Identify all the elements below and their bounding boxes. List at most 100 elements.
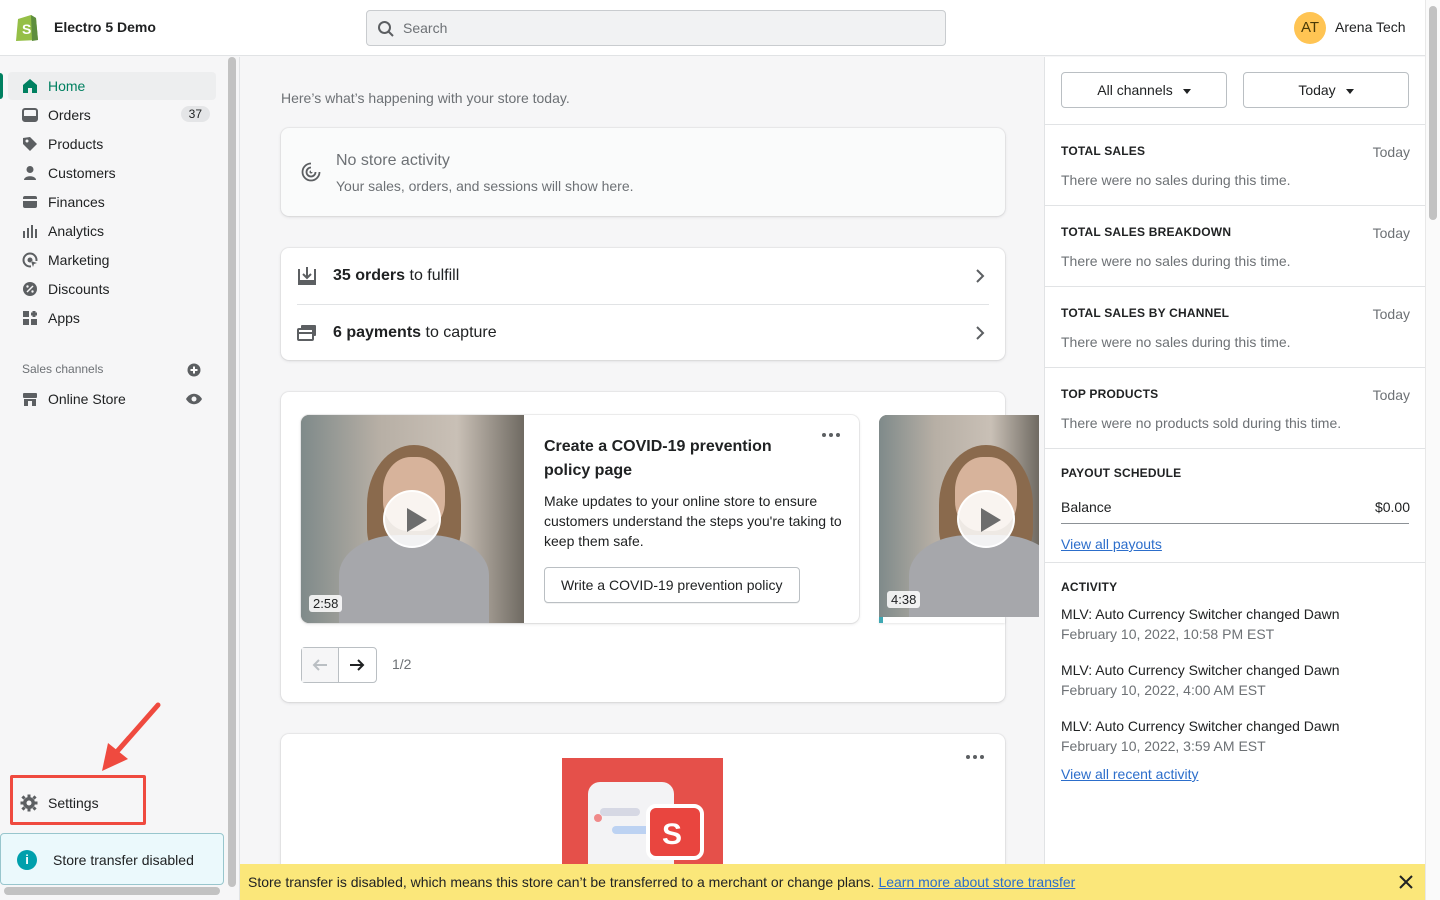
- sidebar-item-home[interactable]: Home: [8, 72, 216, 100]
- sidebar-item-label: Products: [48, 136, 104, 152]
- sidebar-item-label: Online Store: [48, 391, 126, 407]
- orders-count-badge: 37: [180, 106, 210, 122]
- section-text: There were no sales during this time.: [1061, 253, 1291, 269]
- chevron-right-icon: [976, 269, 985, 283]
- sidebar-item-label: Analytics: [48, 223, 105, 239]
- sidebar-item-label: Apps: [48, 310, 80, 326]
- view-all-activity-link[interactable]: View all recent activity: [1061, 766, 1198, 782]
- video-duration: 2:58: [309, 595, 343, 612]
- channel-select[interactable]: All channels: [1061, 72, 1227, 108]
- arrow-left-icon: [312, 659, 327, 671]
- sidebar-item-label: Home: [48, 78, 86, 94]
- pager-count: 1/2: [392, 656, 412, 672]
- search-placeholder: Search: [403, 20, 448, 36]
- carousel-pager: [301, 647, 377, 683]
- video-carousel-card: 2:58 Create a COVID-19 prevention policy…: [281, 392, 1039, 702]
- caret-down-icon: [1182, 88, 1191, 94]
- section-title: ACTIVITY: [1061, 580, 1118, 594]
- activity-item-date: February 10, 2022, 4:00 AM EST: [1061, 682, 1266, 698]
- avatar[interactable]: AT: [1294, 12, 1326, 44]
- home-icon: [23, 79, 37, 93]
- sidebar-item-apps[interactable]: Apps: [8, 304, 216, 332]
- store-name[interactable]: Electro 5 Demo: [54, 19, 156, 35]
- activity-section: ACTIVITY MLV: Auto Currency Switcher cha…: [1045, 562, 1426, 900]
- info-icon: i: [17, 850, 37, 870]
- write-policy-button[interactable]: Write a COVID-19 prevention policy: [544, 567, 800, 603]
- carousel-slide-next[interactable]: 4:38: [879, 415, 1039, 617]
- close-icon[interactable]: [1399, 875, 1413, 889]
- task-text: 35 orders to fulfill: [333, 267, 460, 284]
- search-icon: [378, 21, 394, 37]
- chevron-right-icon: [976, 326, 985, 340]
- sidebar-item-orders[interactable]: Orders 37: [8, 101, 216, 129]
- sidebar-horizontal-scrollbar[interactable]: [4, 887, 220, 895]
- sidebar-item-analytics[interactable]: Analytics: [8, 217, 216, 245]
- add-channel-icon[interactable]: [187, 363, 201, 377]
- page-scrollbar[interactable]: [1425, 0, 1440, 900]
- sidebar: Home Orders 37 Products Customers Financ…: [0, 57, 240, 900]
- settings-label: Settings: [48, 795, 99, 811]
- sidebar-item-marketing[interactable]: Marketing: [8, 246, 216, 274]
- section-title: TOTAL SALES: [1061, 144, 1146, 158]
- video-duration: 4:38: [887, 591, 921, 608]
- section-text: There were no products sold during this …: [1061, 415, 1342, 431]
- sales-channels-heading: Sales channels: [22, 362, 104, 376]
- person-icon: [24, 166, 36, 180]
- right-panel: All channels Today TOTAL SALES Today The…: [1044, 57, 1426, 900]
- activity-item-date: February 10, 2022, 3:59 AM EST: [1061, 738, 1266, 754]
- top-bar: S Electro 5 Demo Search AT Arena Tech: [0, 0, 1440, 56]
- section-date: Today: [1372, 306, 1410, 322]
- view-all-payouts-link[interactable]: View all payouts: [1061, 536, 1162, 552]
- sidebar-item-settings[interactable]: Settings: [20, 793, 140, 813]
- target-icon: [22, 252, 38, 268]
- bar-chart-icon: [23, 225, 37, 238]
- finance-icon: [23, 196, 37, 208]
- play-icon[interactable]: [383, 490, 441, 548]
- intro-text: Here’s what’s happening with your store …: [281, 90, 570, 106]
- play-icon[interactable]: [957, 490, 1015, 548]
- main-content: Here’s what’s happening with your store …: [240, 57, 1044, 900]
- divider: [1061, 523, 1409, 524]
- section-title: TOTAL SALES BY CHANNEL: [1061, 306, 1230, 320]
- sales-by-channel-section[interactable]: TOTAL SALES BY CHANNEL Today There were …: [1045, 286, 1426, 367]
- section-title: TOTAL SALES BREAKDOWN: [1061, 225, 1232, 239]
- user-name[interactable]: Arena Tech: [1335, 19, 1406, 35]
- balance-label: Balance: [1061, 499, 1112, 515]
- shopify-logo-icon[interactable]: S: [14, 12, 40, 42]
- slide-progress: [879, 617, 1005, 623]
- apps-icon: [23, 311, 37, 325]
- next-button[interactable]: [339, 648, 376, 682]
- learn-more-link[interactable]: Learn more about store transfer: [878, 874, 1075, 890]
- task-row-orders[interactable]: 35 orders to fulfill: [297, 248, 989, 304]
- no-activity-subtitle: Your sales, orders, and sessions will sh…: [336, 178, 634, 194]
- activity-pulse-icon: [301, 162, 321, 182]
- video-thumbnail[interactable]: 4:38: [879, 415, 1039, 617]
- search-input[interactable]: Search: [366, 10, 946, 46]
- orders-icon: [22, 108, 38, 122]
- sidebar-scrollbar[interactable]: [228, 57, 236, 887]
- sidebar-item-label: Marketing: [48, 252, 110, 268]
- sidebar-item-label: Customers: [48, 165, 116, 181]
- sidebar-item-online-store[interactable]: Online Store: [8, 385, 216, 413]
- payout-schedule-section: PAYOUT SCHEDULE Balance $0.00 View all p…: [1045, 448, 1426, 562]
- task-row-payments[interactable]: 6 payments to capture: [297, 304, 989, 360]
- section-title: PAYOUT SCHEDULE: [1061, 466, 1182, 480]
- sidebar-item-customers[interactable]: Customers: [8, 159, 216, 187]
- total-sales-section[interactable]: TOTAL SALES Today There were no sales du…: [1045, 124, 1426, 205]
- section-text: There were no sales during this time.: [1061, 172, 1291, 188]
- more-options-icon[interactable]: [821, 431, 841, 439]
- arrow-right-icon: [350, 659, 365, 671]
- sidebar-item-finances[interactable]: Finances: [8, 188, 216, 216]
- page-scrollbar-thumb[interactable]: [1429, 6, 1437, 220]
- sidebar-item-discounts[interactable]: Discounts: [8, 275, 216, 303]
- section-title: TOP PRODUCTS: [1061, 387, 1159, 401]
- eye-icon[interactable]: [186, 392, 202, 406]
- video-thumbnail[interactable]: 2:58: [301, 415, 524, 623]
- top-products-section[interactable]: TOP PRODUCTS Today There were no product…: [1045, 367, 1426, 448]
- more-options-icon[interactable]: [965, 754, 985, 760]
- store-icon: [23, 393, 37, 406]
- total-sales-breakdown-section[interactable]: TOTAL SALES BREAKDOWN Today There were n…: [1045, 205, 1426, 286]
- sidebar-item-products[interactable]: Products: [8, 130, 216, 158]
- previous-button[interactable]: [302, 648, 339, 682]
- date-range-select[interactable]: Today: [1243, 72, 1409, 108]
